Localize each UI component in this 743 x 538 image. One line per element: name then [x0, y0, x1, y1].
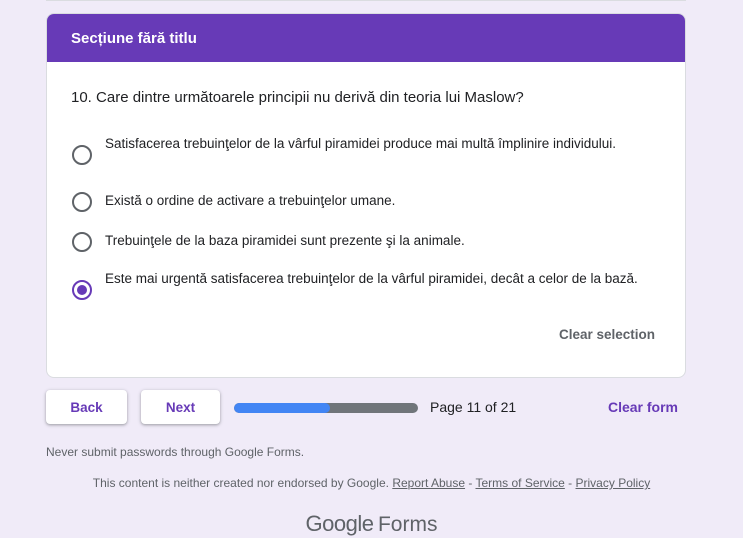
separator: -: [564, 476, 576, 490]
clear-selection-button[interactable]: Clear selection: [559, 327, 655, 342]
radio-button[interactable]: [72, 232, 92, 252]
radio-button-selected[interactable]: [72, 280, 92, 300]
section-header: Secțiune fără titlu: [47, 14, 685, 62]
disclaimer: This content is neither created nor endo…: [0, 476, 743, 490]
disclaimer-text: This content is neither created nor endo…: [92, 476, 389, 490]
google-forms-logo[interactable]: Google Forms: [0, 511, 743, 537]
password-warning: Never submit passwords through Google Fo…: [46, 445, 305, 459]
option-label: Satisfacerea trebuinţelor de la vârful p…: [105, 136, 616, 151]
progress-fill: [234, 403, 330, 413]
radio-dot: [77, 285, 87, 295]
next-button[interactable]: Next: [141, 390, 220, 424]
section-title: Secțiune fără titlu: [71, 29, 197, 47]
page-indicator: Page 11 of 21: [430, 399, 517, 415]
logo-forms: Forms: [377, 513, 438, 536]
logo-google: Google: [305, 511, 374, 536]
top-divider: [46, 0, 686, 1]
terms-link[interactable]: Terms of Service: [475, 476, 564, 490]
question-title: 10. Care dintre următoarele principii nu…: [71, 89, 524, 106]
option-label: Există o ordine de activare a trebuinţel…: [105, 193, 396, 208]
radio-button[interactable]: [72, 192, 92, 212]
option-2[interactable]: Există o ordine de activare a trebuinţel…: [71, 191, 650, 212]
option-3[interactable]: Trebuinţele de la baza piramidei sunt pr…: [71, 231, 650, 252]
separator: -: [465, 476, 476, 490]
question-card: Secțiune fără titlu 10. Care dintre urmă…: [46, 13, 686, 378]
progress-bar: [234, 403, 418, 413]
option-label: Este mai urgentă satisfacerea trebuinţel…: [105, 271, 638, 286]
option-4[interactable]: Este mai urgentă satisfacerea trebuinţel…: [71, 269, 650, 300]
back-button[interactable]: Back: [46, 390, 127, 424]
option-1[interactable]: Satisfacerea trebuinţelor de la vârful p…: [71, 134, 650, 165]
clear-form-button[interactable]: Clear form: [608, 399, 678, 415]
privacy-link[interactable]: Privacy Policy: [576, 476, 651, 490]
radio-button[interactable]: [72, 145, 92, 165]
report-abuse-link[interactable]: Report Abuse: [392, 476, 465, 490]
option-label: Trebuinţele de la baza piramidei sunt pr…: [105, 233, 465, 248]
